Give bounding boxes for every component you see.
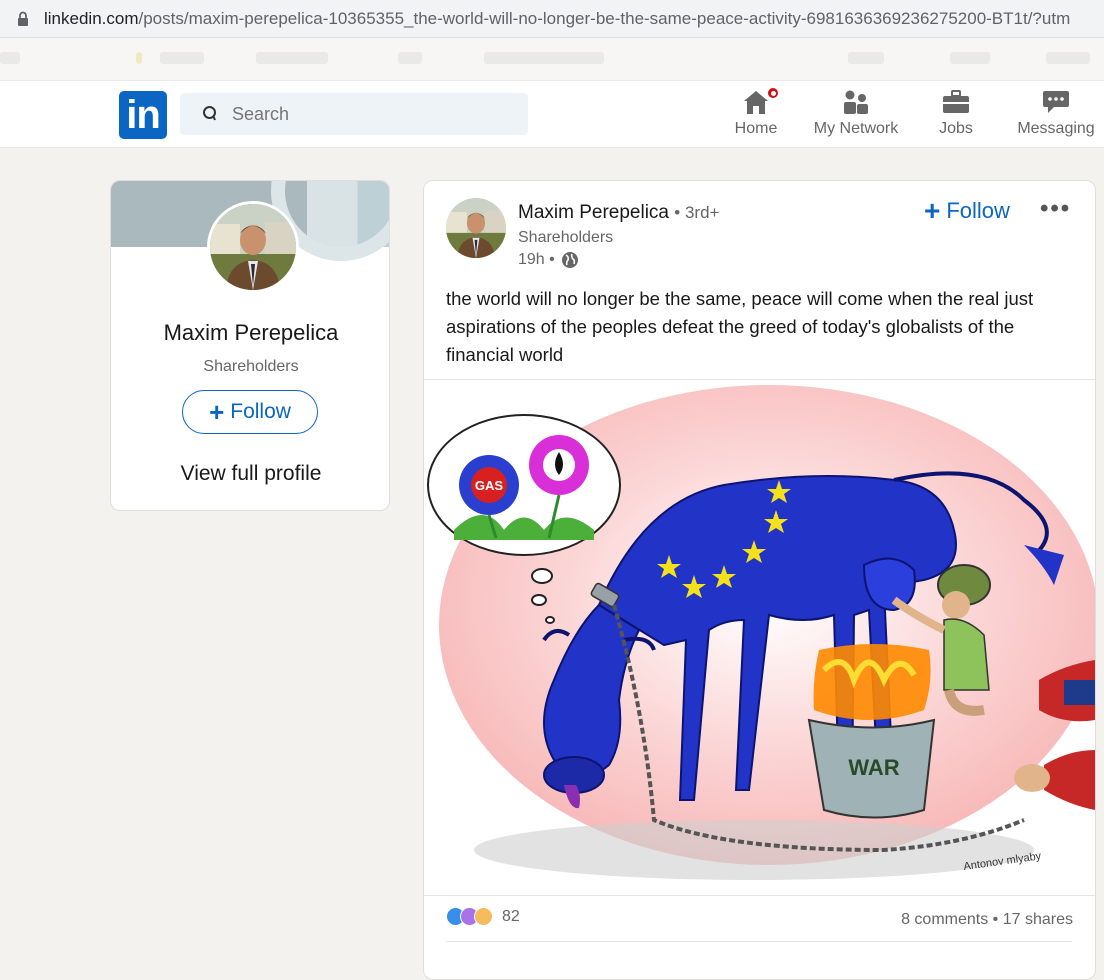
plus-icon: +: [209, 397, 225, 427]
cartoon-illustration: GAS WAR Antonov mlyaby: [424, 380, 1095, 895]
briefcase-icon: [943, 90, 969, 113]
nav-my-network[interactable]: My Network: [810, 87, 902, 143]
post-text: the world will no longer be the same, pe…: [446, 288, 1034, 365]
plus-icon: +: [924, 195, 941, 226]
post-time: 19h •: [518, 251, 555, 268]
search-box[interactable]: [180, 93, 528, 135]
browser-address-bar[interactable]: linkedin.com/posts/maxim-perepelica-1036…: [0, 0, 1104, 38]
post-image[interactable]: GAS WAR Antonov mlyaby: [424, 379, 1095, 896]
post-author-name: Maxim Perepelica: [518, 202, 669, 223]
war-bucket: WAR: [807, 644, 936, 819]
messaging-icon: [1043, 91, 1069, 113]
nav-messaging-label: Messaging: [1017, 120, 1095, 137]
search-input[interactable]: [230, 102, 514, 126]
url-text[interactable]: linkedin.com/posts/maxim-perepelica-1036…: [44, 9, 1070, 29]
profile-headline: Shareholders: [203, 358, 299, 375]
search-icon: [203, 106, 216, 121]
post-stats: 8 comments • 17 shares: [901, 911, 1073, 929]
nav-my-network-label: My Network: [813, 120, 899, 137]
profile-avatar[interactable]: [207, 201, 299, 293]
reactions-summary[interactable]: 82: [446, 907, 520, 926]
profile-follow-button[interactable]: + Follow: [182, 390, 318, 434]
nav-messaging[interactable]: Messaging: [1014, 87, 1098, 143]
nav-home-label: Home: [734, 120, 778, 137]
nav-jobs[interactable]: Jobs: [936, 87, 976, 143]
more-options-icon[interactable]: •••: [1040, 195, 1071, 223]
bucket-war-label: WAR: [848, 755, 899, 780]
bookmarks-bar: [0, 38, 1104, 81]
linkedin-logo[interactable]: in: [119, 91, 167, 139]
insightful-reaction-icon: [474, 907, 493, 926]
url-path: /posts/maxim-perepelica-10365355_the-wor…: [138, 8, 1071, 28]
post-author-headline: Shareholders: [518, 229, 614, 246]
nav-home[interactable]: Home: [733, 86, 780, 143]
url-host: linkedin.com: [44, 8, 139, 28]
view-full-profile-link[interactable]: View full profile: [111, 462, 389, 486]
profile-name[interactable]: Maxim Perepelica: [111, 320, 389, 346]
globe-icon: [561, 252, 578, 268]
top-nav: in Home My Network: [0, 81, 1104, 148]
bubble-gas-label: GAS: [475, 478, 504, 493]
post-follow-button[interactable]: + Follow: [924, 197, 1010, 225]
shares-count[interactable]: 17 shares: [1003, 911, 1073, 928]
network-icon: [844, 90, 868, 114]
lock-icon: [18, 11, 28, 26]
stats-separator: •: [992, 911, 999, 928]
post-card: Maxim Perepelica • 3rd+ Shareholders 19h…: [423, 180, 1096, 980]
post-timestamp: 19h •: [518, 251, 579, 269]
divider: [446, 941, 1072, 942]
post-follow-label: Follow: [946, 198, 1010, 223]
post-author[interactable]: Maxim Perepelica • 3rd+: [518, 202, 719, 224]
profile-follow-label: Follow: [230, 400, 291, 423]
profile-card: Maxim Perepelica Shareholders + Follow V…: [110, 180, 390, 511]
post-author-avatar[interactable]: [446, 198, 506, 258]
reaction-count: 82: [502, 907, 520, 925]
nav-jobs-label: Jobs: [939, 120, 973, 137]
notification-badge: [766, 86, 780, 100]
connection-degree: • 3rd+: [674, 203, 720, 222]
comments-count[interactable]: 8 comments: [901, 911, 988, 928]
